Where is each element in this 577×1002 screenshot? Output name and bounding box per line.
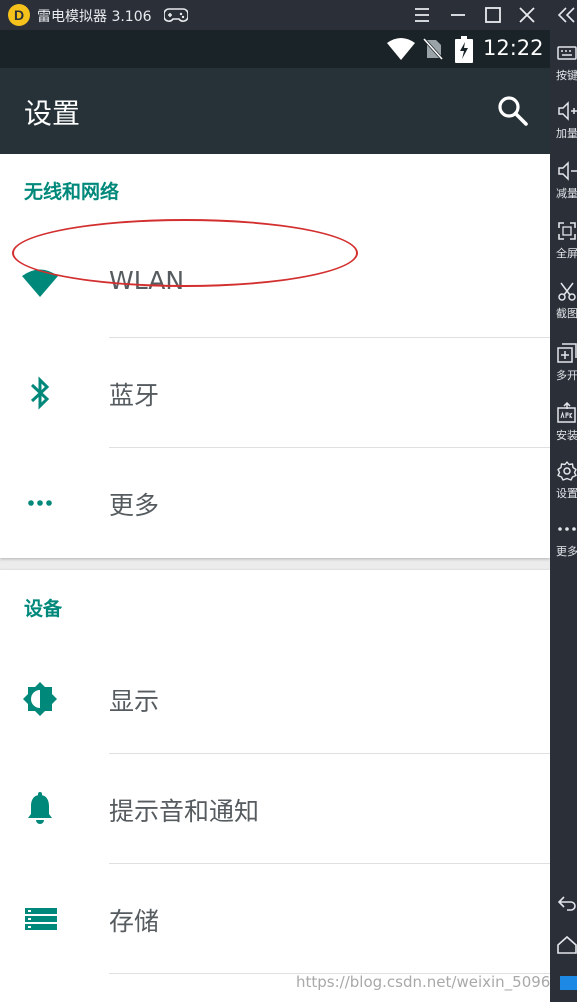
emulator-titlebar: D 雷电模拟器 3.106 bbox=[0, 0, 550, 30]
gamepad-icon[interactable] bbox=[164, 6, 188, 24]
recent-apps-icon[interactable] bbox=[560, 976, 577, 990]
collapse-sidebar-icon[interactable] bbox=[556, 4, 577, 26]
menu-icon[interactable] bbox=[410, 3, 434, 27]
sidebar-item-label: 全屏 bbox=[556, 247, 577, 260]
settings-item-sound-notifications[interactable]: 提示音和通知 bbox=[0, 754, 550, 864]
sidebar-item-label: 按键 bbox=[556, 69, 577, 82]
device-card: 设备 显示 提示音和通知 存储 bbox=[0, 570, 550, 1002]
settings-item-storage[interactable]: 存储 bbox=[0, 864, 550, 974]
multi-instance-icon bbox=[557, 343, 577, 363]
sidebar-item-multi-instance[interactable]: 多开 bbox=[550, 342, 577, 382]
sidebar-item-screenshot[interactable]: 截图 bbox=[550, 280, 577, 320]
sidebar-item-label: 多开 bbox=[556, 369, 577, 382]
settings-item-label: 存储 bbox=[109, 907, 160, 936]
settings-item-more[interactable]: 更多 bbox=[0, 448, 550, 558]
emulator-title: 雷电模拟器 3.106 bbox=[37, 9, 152, 25]
volume-down-icon bbox=[558, 161, 577, 181]
search-icon[interactable] bbox=[496, 94, 530, 128]
wifi-signal-icon bbox=[387, 38, 415, 60]
section-header-wireless: 无线和网络 bbox=[24, 181, 120, 203]
settings-item-display[interactable]: 显示 bbox=[0, 644, 550, 754]
sidebar-item-fullscreen[interactable]: 全屏 bbox=[550, 220, 577, 260]
watermark: https://blog.csdn.net/weixin_50966478 bbox=[296, 973, 577, 991]
sidebar-item-keys[interactable]: 按键 bbox=[550, 42, 577, 82]
sidebar-item-volume-up[interactable]: 加量 bbox=[550, 100, 577, 140]
settings-item-label: 更多 bbox=[109, 491, 160, 520]
maximize-icon[interactable] bbox=[481, 3, 505, 27]
sidebar-item-label: 截图 bbox=[556, 307, 577, 320]
volume-up-icon bbox=[558, 101, 577, 121]
minimize-icon[interactable] bbox=[446, 3, 470, 27]
bluetooth-icon bbox=[30, 376, 50, 410]
settings-item-label: 提示音和通知 bbox=[109, 797, 260, 826]
android-statusbar: 12:22 bbox=[0, 30, 550, 68]
brightness-icon bbox=[23, 682, 57, 716]
keyboard-icon bbox=[557, 46, 577, 60]
home-icon[interactable] bbox=[556, 934, 577, 956]
close-icon[interactable] bbox=[515, 3, 539, 27]
apk-install-icon bbox=[557, 402, 576, 423]
settings-item-bluetooth[interactable]: 蓝牙 bbox=[0, 338, 550, 448]
sidebar-item-install-apk[interactable]: 安装 bbox=[550, 402, 577, 442]
sidebar-item-settings[interactable]: 设置 bbox=[550, 460, 577, 500]
more-dots-icon bbox=[558, 527, 576, 531]
fullscreen-icon bbox=[558, 222, 576, 240]
no-sim-icon bbox=[423, 38, 443, 60]
back-icon[interactable] bbox=[556, 892, 577, 914]
sidebar-item-label: 加量 bbox=[556, 127, 577, 140]
sidebar-item-volume-down[interactable]: 减量 bbox=[550, 160, 577, 200]
sidebar-item-label: 更多 bbox=[556, 545, 577, 558]
storage-icon bbox=[25, 908, 57, 930]
sidebar-item-label: 安装 bbox=[556, 429, 577, 442]
status-time: 12:22 bbox=[483, 36, 544, 60]
sidebar-item-label: 设置 bbox=[556, 487, 577, 500]
sidebar-item-more[interactable]: 更多 bbox=[550, 518, 577, 558]
settings-item-label: 蓝牙 bbox=[109, 381, 160, 410]
section-header-device: 设备 bbox=[24, 598, 63, 620]
emulator-logo-icon: D bbox=[8, 4, 30, 26]
app-bar: 设置 bbox=[0, 68, 550, 154]
page-title: 设置 bbox=[24, 97, 81, 130]
emulator-sidebar: 按键 加量 减量 全屏 截图 多开 安装 设置 更多 bbox=[550, 0, 577, 1002]
sidebar-item-label: 减量 bbox=[556, 187, 577, 200]
settings-item-label: 显示 bbox=[109, 687, 160, 716]
scissors-icon bbox=[558, 282, 576, 301]
wireless-network-card: 无线和网络 WLAN 蓝牙 更多 bbox=[0, 154, 550, 558]
more-horiz-icon bbox=[28, 500, 52, 506]
wlan-highlight-annotation bbox=[12, 219, 358, 287]
settings-content[interactable]: 无线和网络 WLAN 蓝牙 更多 设备 显示 提示音和通知 存储 bbox=[0, 154, 550, 1002]
bell-icon bbox=[28, 792, 52, 824]
battery-charging-icon bbox=[455, 36, 473, 63]
gear-icon bbox=[557, 461, 577, 481]
